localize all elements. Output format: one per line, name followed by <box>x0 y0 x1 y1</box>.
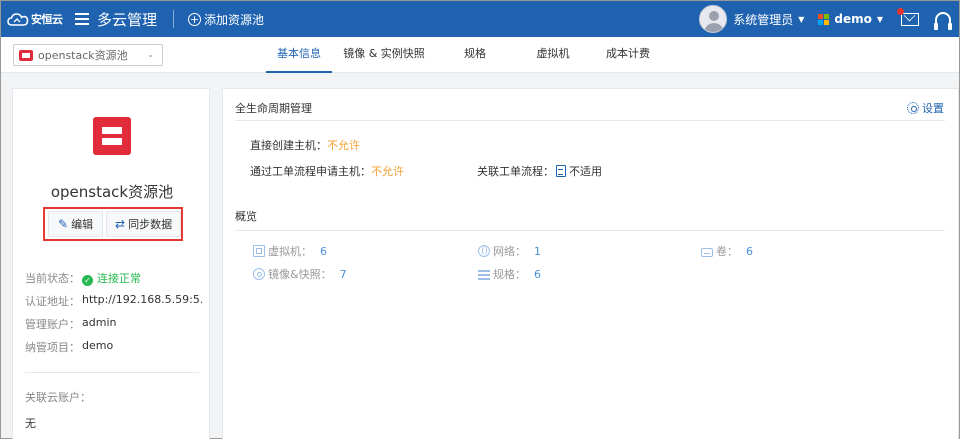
divider <box>25 372 199 373</box>
admin-account-label: 管理账户： <box>25 318 80 331</box>
resource-pool-select-value: openstack资源池 <box>38 49 128 62</box>
windows-icon <box>818 13 830 25</box>
user-name[interactable]: 系统管理员 <box>733 11 793 28</box>
tab-flavors[interactable]: 规格 <box>436 37 514 73</box>
plus-circle-icon: + <box>188 12 202 26</box>
stat-networks[interactable]: 网络： 1 <box>478 243 541 259</box>
spec-icon <box>478 270 490 280</box>
stat-label: 虚拟机： <box>268 245 312 258</box>
status-value-wrapper: ✓ 连接正常 <box>82 270 202 286</box>
notification-dot <box>897 7 904 15</box>
linked-account-label: 关联云账户： <box>25 391 91 404</box>
settings-link[interactable]: 设置 <box>907 100 944 116</box>
direct-create-value: 不允许 <box>327 139 360 152</box>
user-area: 系统管理员 ▼ demo ▼ <box>699 1 959 37</box>
image-icon <box>253 268 265 280</box>
stat-virtual-machines[interactable]: 虚拟机： 6 <box>253 243 327 259</box>
ticket-flow-value: 不适用 <box>569 165 602 178</box>
openstack-logo-icon <box>93 117 131 155</box>
stat-value: 6 <box>320 244 327 258</box>
stat-value: 6 <box>534 267 541 281</box>
sync-icon: ⇄ <box>115 217 126 231</box>
managed-project-label: 纳管项目： <box>25 341 80 354</box>
sub-navigation-bar: openstack资源池 ⌄ 基本信息 镜像 & 实例快照 规格 虚拟机 成本计… <box>1 37 959 73</box>
volume-icon <box>701 248 713 257</box>
chevron-down-icon[interactable]: ▼ <box>798 15 804 24</box>
top-navigation-bar: 安恒云 多云管理 + 添加资源池 系统管理员 ▼ demo ▼ <box>1 1 959 37</box>
auth-url-row: 认证地址： http://192.168.5.59:5... <box>25 293 202 309</box>
divider <box>173 10 175 28</box>
ticket-create-label: 通过工单流程申请主机： <box>250 165 371 178</box>
tab-virtual-machines[interactable]: 虚拟机 <box>514 37 592 73</box>
resource-pool-detail-panel: 全生命周期管理 设置 直接创建主机：不允许 通过工单流程申请主机：不允许 关联工… <box>222 88 959 439</box>
ticket-create-value: 不允许 <box>371 165 404 178</box>
linked-account-row: 关联云账户： <box>25 389 91 405</box>
document-icon <box>556 165 566 177</box>
headset-icon[interactable] <box>934 12 952 30</box>
ticket-create-field: 通过工单流程申请主机：不允许 <box>250 163 404 179</box>
pool-name: openstack资源池 <box>50 183 174 201</box>
ticket-flow-field: 关联工单流程： 不适用 <box>477 163 602 179</box>
sync-data-label: 同步数据 <box>128 218 173 231</box>
tenant-selector[interactable]: demo <box>834 12 871 26</box>
stat-images-snapshots[interactable]: 镜像&快照： 7 <box>253 266 347 282</box>
avatar[interactable] <box>699 5 728 33</box>
edit-icon: ✎ <box>58 217 69 231</box>
cloud-logo-icon <box>7 13 29 26</box>
direct-create-field: 直接创建主机：不允许 <box>250 137 360 153</box>
resource-pool-select[interactable]: openstack资源池 ⌄ <box>13 44 163 66</box>
tab-cost-billing[interactable]: 成本计费 <box>592 37 664 73</box>
add-resource-pool-button[interactable]: + 添加资源池 <box>188 11 264 28</box>
edit-label: 编辑 <box>71 218 94 231</box>
admin-account-row: 管理账户： admin <box>25 316 202 332</box>
tab-images-snapshots[interactable]: 镜像 & 实例快照 <box>332 37 436 73</box>
divider <box>235 120 945 121</box>
stat-value: 6 <box>746 244 753 258</box>
tab-bar: 基本信息 镜像 & 实例快照 规格 虚拟机 成本计费 <box>266 37 664 73</box>
mail-icon[interactable] <box>897 7 919 26</box>
vm-icon <box>253 245 265 257</box>
ticket-flow-label: 关联工单流程： <box>477 165 554 178</box>
gear-icon <box>907 102 919 114</box>
status-row: 当前状态： ✓ 连接正常 <box>25 270 202 286</box>
divider <box>235 230 945 231</box>
stat-label: 规格： <box>493 268 526 281</box>
network-icon <box>478 245 490 257</box>
admin-account-value: admin <box>82 316 117 329</box>
stat-flavors[interactable]: 规格： 6 <box>478 266 541 282</box>
overview-section-title: 概览 <box>235 210 257 223</box>
stat-value: 1 <box>534 244 541 258</box>
managed-project-value: demo <box>82 339 114 352</box>
auth-url-value: http://192.168.5.59:5... <box>82 293 202 306</box>
stat-label: 镜像&快照： <box>268 268 332 281</box>
app-title: 多云管理 <box>97 10 158 29</box>
status-value: 连接正常 <box>97 272 141 285</box>
stat-label: 卷： <box>716 245 738 258</box>
sync-data-button[interactable]: ⇄ 同步数据 <box>106 211 181 237</box>
settings-label: 设置 <box>922 102 944 115</box>
brand-name: 安恒云 <box>31 13 63 26</box>
chevron-down-icon[interactable]: ▼ <box>877 15 883 24</box>
managed-project-row: 纳管项目： demo <box>25 339 202 355</box>
stat-volumes[interactable]: 卷： 6 <box>701 243 753 259</box>
stat-label: 网络： <box>493 245 526 258</box>
check-circle-icon: ✓ <box>82 275 93 286</box>
stat-value: 7 <box>339 267 347 281</box>
tab-basic-info[interactable]: 基本信息 <box>266 37 332 73</box>
auth-url-label: 认证地址： <box>25 295 80 308</box>
edit-button[interactable]: ✎ 编辑 <box>48 211 104 237</box>
linked-account-value-row: 无 <box>25 415 145 431</box>
linked-account-value: 无 <box>25 417 36 430</box>
lifecycle-section-title: 全生命周期管理 <box>235 102 312 115</box>
openstack-icon <box>19 49 33 61</box>
resource-pool-summary-panel: openstack资源池 ✎ 编辑 ⇄ 同步数据 当前状态： ✓ 连接正常 认证地… <box>12 88 210 439</box>
brand-logo[interactable]: 安恒云 <box>1 1 65 37</box>
direct-create-label: 直接创建主机： <box>250 139 327 152</box>
menu-icon[interactable] <box>75 13 89 25</box>
status-label: 当前状态： <box>25 272 80 285</box>
add-resource-pool-label: 添加资源池 <box>204 12 265 27</box>
chevron-down-icon: ⌄ <box>147 50 154 59</box>
action-button-group: ✎ 编辑 ⇄ 同步数据 <box>43 207 183 241</box>
